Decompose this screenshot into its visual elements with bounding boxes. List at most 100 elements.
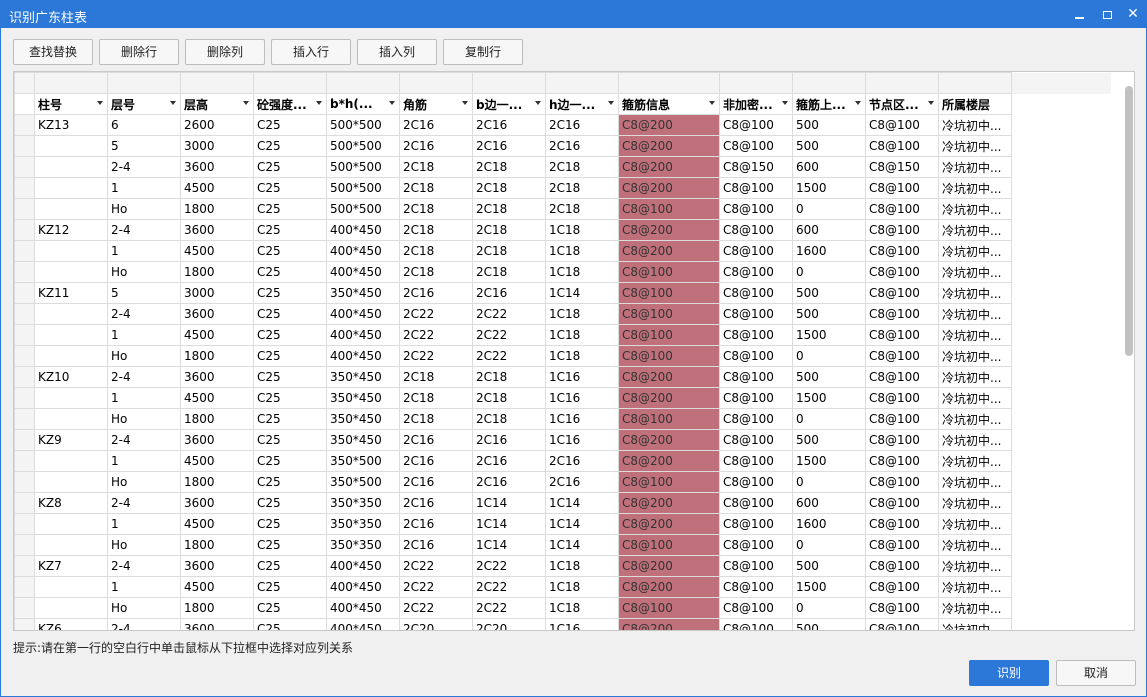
table-cell[interactable]: 1C18	[545, 303, 619, 325]
table-cell[interactable]: 600	[792, 156, 866, 178]
table-cell[interactable]: C8@100	[618, 261, 720, 283]
table-cell[interactable]: C8@100	[719, 345, 793, 367]
table-cell[interactable]	[34, 534, 108, 556]
table-cell[interactable]: 4500	[180, 387, 254, 409]
table-cell[interactable]: 2C18	[472, 198, 546, 220]
table-cell[interactable]: C8@100	[865, 450, 939, 472]
table-cell[interactable]: 4500	[180, 513, 254, 535]
table-cell[interactable]: 350*450	[326, 408, 400, 430]
table-cell[interactable]: KZ12	[34, 219, 108, 241]
table-cell[interactable]: 3600	[180, 618, 254, 630]
row-header-cell[interactable]	[14, 366, 35, 388]
table-cell[interactable]: C8@100	[865, 471, 939, 493]
table-cell[interactable]: C8@100	[865, 324, 939, 346]
table-cell[interactable]: 1C14	[545, 513, 619, 535]
table-cell[interactable]: 2C22	[399, 345, 473, 367]
table-cell[interactable]: 2C18	[399, 240, 473, 262]
table-cell[interactable]: C8@100	[719, 450, 793, 472]
row-header-cell[interactable]	[14, 261, 35, 283]
table-cell[interactable]: 1	[107, 450, 181, 472]
table-cell[interactable]	[34, 240, 108, 262]
table-cell[interactable]: 2C16	[399, 135, 473, 157]
row-header-cell[interactable]	[14, 135, 35, 157]
column-header[interactable]: 箍筋上...	[792, 93, 866, 115]
table-cell[interactable]: 2C22	[472, 576, 546, 598]
mapping-cell[interactable]	[472, 72, 546, 94]
table-cell[interactable]: C8@100	[865, 261, 939, 283]
table-cell[interactable]: 1600	[792, 240, 866, 262]
table-cell[interactable]: 1	[107, 513, 181, 535]
copy-row-button[interactable]: 复制行	[443, 39, 523, 65]
table-cell[interactable]: 0	[792, 261, 866, 283]
table-row[interactable]: 1 4500 C25 400*450 2C22 2C22 1C18 C8@100 C8@100 1…	[14, 324, 1112, 346]
table-cell[interactable]: C8@100	[719, 114, 793, 136]
table-cell[interactable]: 350*450	[326, 387, 400, 409]
table-cell[interactable]: 0	[792, 345, 866, 367]
table-cell[interactable]: 冷坑初中...	[938, 492, 1012, 514]
table-cell[interactable]: C8@100	[618, 282, 720, 304]
table-cell[interactable]: 4500	[180, 324, 254, 346]
table-cell[interactable]: 2C22	[472, 597, 546, 619]
table-cell[interactable]: C25	[253, 429, 327, 451]
table-cell[interactable]: 1800	[180, 408, 254, 430]
table-cell[interactable]: 350*450	[326, 429, 400, 451]
row-header-cell[interactable]	[14, 114, 35, 136]
dropdown-arrow-icon[interactable]	[389, 101, 395, 105]
table-cell[interactable]	[34, 135, 108, 157]
table-cell[interactable]: KZ11	[34, 282, 108, 304]
table-row[interactable]: KZ12 2-4 3600 C25 400*450 2C18 2C18 1C18 C8@200 C…	[14, 219, 1112, 241]
table-cell[interactable]: KZ6	[34, 618, 108, 630]
minimize-icon[interactable]	[1069, 5, 1089, 23]
table-cell[interactable]: 1C16	[545, 618, 619, 630]
row-header-cell[interactable]	[14, 429, 35, 451]
table-cell[interactable]: 2-4	[107, 303, 181, 325]
row-header-cell[interactable]	[14, 387, 35, 409]
table-cell[interactable]: 3600	[180, 303, 254, 325]
table-cell[interactable]: 3600	[180, 156, 254, 178]
table-cell[interactable]: C8@100	[865, 345, 939, 367]
table-cell[interactable]: 1C18	[545, 345, 619, 367]
table-cell[interactable]: 2C18	[545, 198, 619, 220]
table-cell[interactable]: C8@100	[618, 597, 720, 619]
table-cell[interactable]: 5	[107, 135, 181, 157]
table-cell[interactable]: C8@100	[865, 198, 939, 220]
table-cell[interactable]: 1C16	[545, 429, 619, 451]
table-cell[interactable]: C8@100	[719, 513, 793, 535]
table-row[interactable]: Ho 1800 C25 350*500 2C16 2C16 2C16 C8@100 C8@100…	[14, 471, 1112, 493]
table-row[interactable]: Ho 1800 C25 400*450 2C18 2C18 1C18 C8@100 C8@100…	[14, 261, 1112, 283]
table-cell[interactable]: C8@200	[618, 177, 720, 199]
table-row[interactable]: KZ11 5 3000 C25 350*450 2C16 2C16 1C14 C8@100 C8@…	[14, 282, 1112, 304]
table-cell[interactable]: 1C18	[545, 576, 619, 598]
table-cell[interactable]: 0	[792, 198, 866, 220]
row-header-cell[interactable]	[14, 156, 35, 178]
table-cell[interactable]: Ho	[107, 471, 181, 493]
mapping-cell[interactable]	[180, 72, 254, 94]
table-cell[interactable]: 400*450	[326, 576, 400, 598]
table-cell[interactable]: 2-4	[107, 429, 181, 451]
table-cell[interactable]: 2C18	[472, 366, 546, 388]
table-cell[interactable]: C25	[253, 219, 327, 241]
table-cell[interactable]: C8@100	[865, 240, 939, 262]
table-cell[interactable]: 2C18	[399, 219, 473, 241]
table-cell[interactable]: C25	[253, 114, 327, 136]
table-cell[interactable]	[34, 471, 108, 493]
column-header[interactable]: 柱号	[34, 93, 108, 115]
table-cell[interactable]: 2C22	[399, 324, 473, 346]
table-cell[interactable]: 2C16	[399, 450, 473, 472]
table-cell[interactable]: 2C20	[472, 618, 546, 630]
table-cell[interactable]: C25	[253, 135, 327, 157]
column-header[interactable]: h边一...	[545, 93, 619, 115]
table-cell[interactable]: 2C16	[545, 450, 619, 472]
row-header-cell[interactable]	[14, 408, 35, 430]
table-cell[interactable]: 1800	[180, 534, 254, 556]
table-cell[interactable]: 冷坑初中...	[938, 555, 1012, 577]
table-cell[interactable]: C25	[253, 555, 327, 577]
table-cell[interactable]: 冷坑初中...	[938, 618, 1012, 630]
table-cell[interactable]: C8@150	[719, 156, 793, 178]
table-cell[interactable]: C8@100	[618, 303, 720, 325]
table-cell[interactable]: C25	[253, 303, 327, 325]
table-cell[interactable]: 2C20	[399, 618, 473, 630]
table-cell[interactable]: Ho	[107, 345, 181, 367]
table-cell[interactable]: C8@100	[719, 534, 793, 556]
table-cell[interactable]: C8@100	[865, 219, 939, 241]
